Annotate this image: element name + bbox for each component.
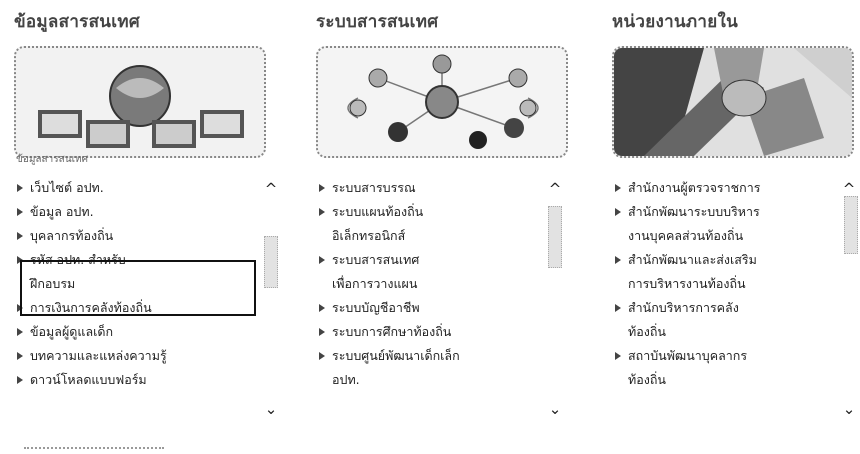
chevron-up-icon[interactable]: ^: [262, 182, 280, 197]
link-list: ระบบสารบรรณ ระบบแผนท้องถิ่น อิเล็กทรอนิกส…: [316, 176, 556, 392]
list-item[interactable]: ระบบการศึกษาท้องถิ่น: [316, 320, 556, 344]
column-units: หน่วยงานภายใน สำนักงานผู้ตรวจราชการ สำนั…: [608, 0, 860, 454]
link-list: สำนักงานผู้ตรวจราชการ สำนักพัฒนาระบบบริห…: [612, 176, 838, 392]
list-item[interactable]: สำนักงานผู้ตรวจราชการ: [612, 176, 838, 200]
list-item[interactable]: สำนักบริหารการคลัง ท้องถิ่น: [612, 296, 838, 344]
list-item[interactable]: ระบบสารสนเทศ เพื่อการวางแผน: [316, 248, 556, 296]
chevron-down-icon[interactable]: ⌄: [840, 402, 858, 417]
list-item[interactable]: สำนักพัฒนาและส่งเสริม การบริหารงานท้องถิ่…: [612, 248, 838, 296]
list-item[interactable]: ระบบสารบรรณ: [316, 176, 556, 200]
chevron-up-icon[interactable]: ^: [546, 182, 564, 197]
list-item[interactable]: เว็บไซต์ อปท.: [14, 176, 254, 200]
scrollbar[interactable]: [264, 236, 278, 288]
chevron-down-icon[interactable]: ⌄: [262, 402, 280, 417]
teamwork-hands-illustration: [614, 48, 852, 156]
chevron-up-icon[interactable]: ^: [840, 182, 858, 197]
scrollbar[interactable]: [548, 206, 562, 268]
list-item[interactable]: ระบบแผนท้องถิ่น อิเล็กทรอนิกส์: [316, 200, 556, 248]
list-item[interactable]: ระบบบัญชีอาชีพ: [316, 296, 556, 320]
image-caption: ข้อมูลสารสนเทศ: [16, 154, 88, 165]
chevron-down-icon[interactable]: ⌄: [546, 402, 564, 417]
list-item[interactable]: บุคลากรท้องถิ่น: [14, 224, 254, 248]
list-item[interactable]: ระบบศูนย์พัฒนาเด็กเล็ก อปท.: [316, 344, 556, 392]
column-image[interactable]: [14, 46, 266, 158]
list-item[interactable]: ดาวน์โหลดแบบฟอร์ม: [14, 368, 254, 392]
network-illustration: [318, 48, 566, 156]
list-item[interactable]: สถาบันพัฒนาบุคลากร ท้องถิ่น: [612, 344, 838, 392]
column-info: ข้อมูลสารสนเทศ ข้อมูลสารสนเทศ เว็บไซต์ อ…: [10, 0, 292, 454]
list-item[interactable]: ข้อมูล อปท.: [14, 200, 254, 224]
scrollbar[interactable]: [844, 196, 858, 254]
list-item[interactable]: สำนักพัฒนาระบบบริหาร งานบุคคลส่วนท้องถิ่น: [612, 200, 838, 248]
column-title: หน่วยงานภายใน: [612, 12, 739, 32]
highlight-box: [20, 260, 256, 316]
column-image[interactable]: [316, 46, 568, 158]
list-item[interactable]: ข้อมูลผู้ดูแลเด็ก: [14, 320, 254, 344]
divider: [24, 447, 164, 449]
list-item[interactable]: บทความและแหล่งความรู้: [14, 344, 254, 368]
column-title: ข้อมูลสารสนเทศ: [14, 12, 140, 32]
computers-illustration: [16, 48, 264, 156]
column-title: ระบบสารสนเทศ: [316, 12, 439, 32]
column-systems: ระบบสารสนเทศ ระบบสารบรรณ ระบบแผนท้องถิ่น…: [312, 0, 594, 454]
column-image[interactable]: [612, 46, 854, 158]
